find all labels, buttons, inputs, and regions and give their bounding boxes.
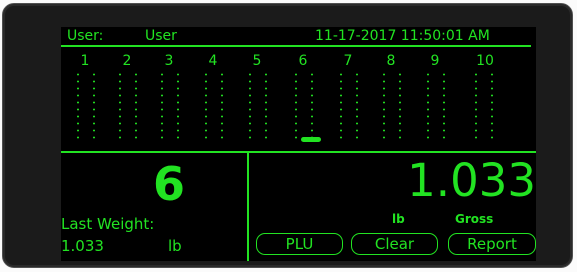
channel-dot-column — [265, 71, 267, 141]
channel-dot-column — [427, 71, 429, 141]
channel-dot-column — [161, 71, 163, 141]
channel-label-4: 4 — [208, 53, 218, 69]
channel-label-9: 9 — [430, 53, 440, 69]
user-label: User: — [67, 28, 104, 44]
panel-divider — [247, 151, 249, 261]
middle-divider — [61, 151, 536, 153]
channel-dot-column — [311, 71, 313, 141]
channel-dot-column — [249, 71, 251, 141]
channel-label-10: 10 — [476, 53, 494, 69]
channel-dot-column — [119, 71, 121, 141]
channel-dot-column — [135, 71, 137, 141]
weight-mode: Gross — [455, 212, 494, 226]
channel-label-3: 3 — [164, 53, 174, 69]
channel-label-6: 6 — [298, 53, 308, 69]
channel-dot-column — [443, 71, 445, 141]
report-button[interactable]: Report — [448, 233, 536, 255]
channel-number: 6 — [153, 157, 186, 211]
channel-label-1: 1 — [80, 53, 90, 69]
weight-unit: lb — [392, 212, 405, 226]
channel-dot-column — [295, 71, 297, 141]
channel-dot-column — [356, 71, 358, 141]
clear-button[interactable]: Clear — [351, 233, 438, 255]
datetime: 11-17-2017 11:50:01 AM — [315, 28, 490, 44]
channel-label-2: 2 — [122, 53, 132, 69]
channel-dot-column — [205, 71, 207, 141]
last-weight-label: Last Weight: — [61, 215, 155, 233]
channel-dot-column — [383, 71, 385, 141]
header-divider — [61, 45, 531, 47]
channel-dot-column — [93, 71, 95, 141]
weight-display: 1.033 — [407, 154, 536, 207]
channel-dot-column — [340, 71, 342, 141]
user-value: User — [145, 28, 177, 44]
channel-dot-column — [399, 71, 401, 141]
plu-button[interactable]: PLU — [256, 233, 343, 255]
channel-label-8: 8 — [386, 53, 396, 69]
channel-label-5: 5 — [252, 53, 262, 69]
channel-dot-column — [475, 71, 477, 141]
channel-dot-column — [491, 71, 493, 141]
channel-dot-column — [221, 71, 223, 141]
channel-dot-column — [177, 71, 179, 141]
channel-dot-column — [77, 71, 79, 141]
channel-label-7: 7 — [343, 53, 353, 69]
last-weight-value: 1.033 — [61, 237, 104, 255]
device-background: User: User 11-17-2017 11:50:01 AM 1 2 3 … — [0, 0, 577, 272]
last-weight-unit: lb — [168, 237, 182, 255]
display-screen: User: User 11-17-2017 11:50:01 AM 1 2 3 … — [61, 27, 536, 261]
